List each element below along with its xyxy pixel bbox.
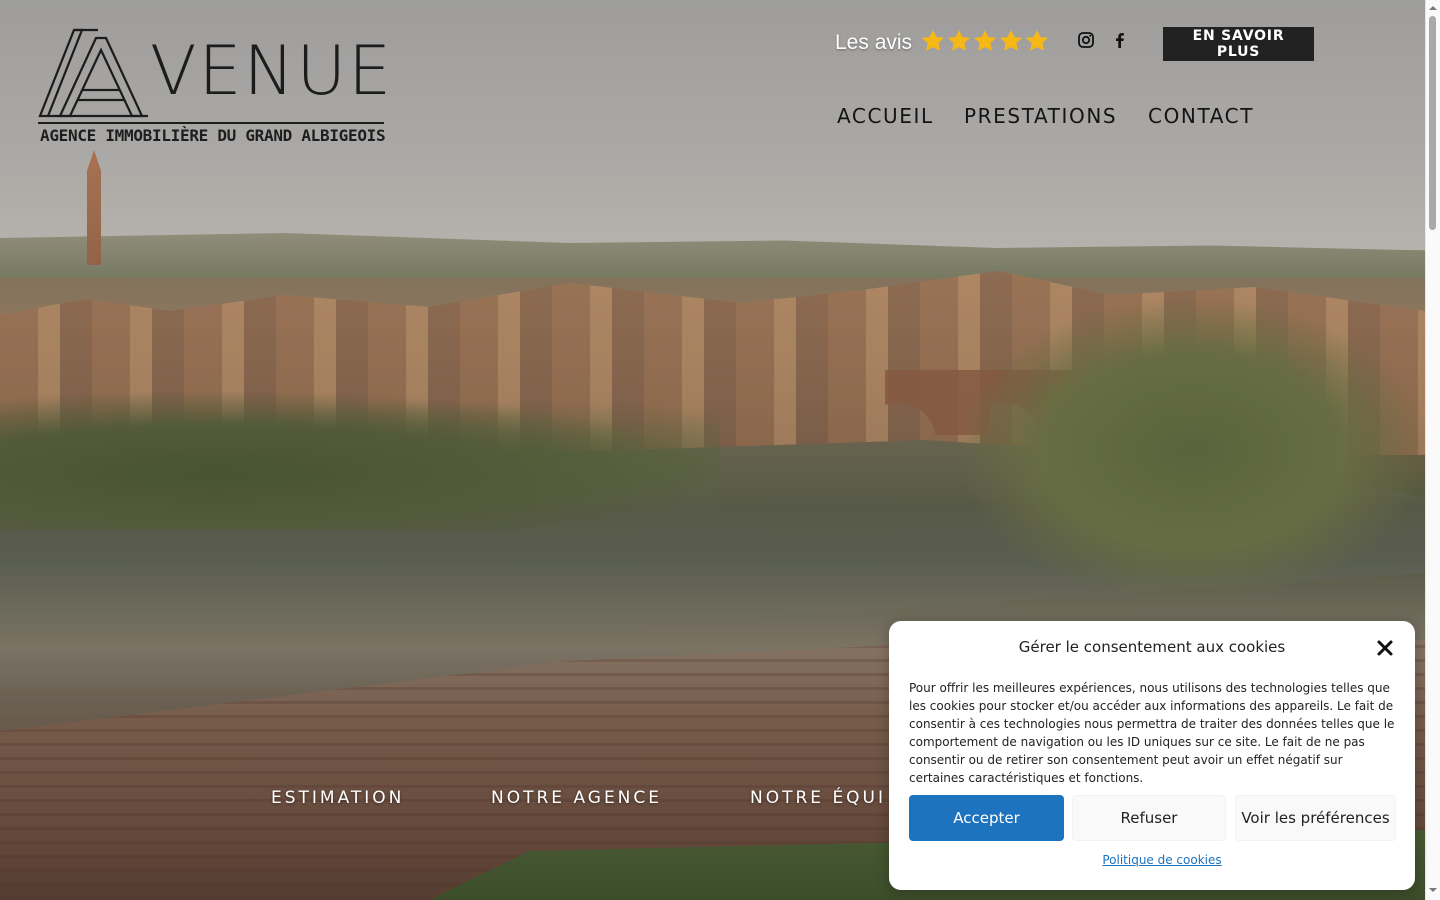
- nav-item-accueil[interactable]: ACCUEIL: [837, 104, 934, 128]
- scrollbar-thumb[interactable]: [1429, 16, 1436, 230]
- cookie-policy-link[interactable]: Politique de cookies: [909, 853, 1415, 867]
- logo-tagline: AGENCE IMMOBILIÈRE DU GRAND ALBIGEOIS: [40, 126, 386, 145]
- facebook-icon[interactable]: [1111, 31, 1129, 49]
- logo-underline: [38, 122, 384, 124]
- site-logo[interactable]: VENUE AGENCE IMMOBILIÈRE DU GRAND ALBIGE…: [38, 26, 391, 150]
- cookie-consent-dialog: Gérer le consentement aux cookies Pour o…: [889, 621, 1415, 890]
- refuse-cookies-button[interactable]: Refuser: [1072, 795, 1226, 841]
- cookie-dialog-text: Pour offrir les meilleures expériences, …: [909, 681, 1395, 785]
- reviews-widget[interactable]: Les avis: [835, 28, 1050, 58]
- scroll-down-arrow-icon[interactable]: [1429, 886, 1437, 894]
- nav-item-contact[interactable]: CONTACT: [1148, 104, 1254, 128]
- learn-more-button[interactable]: EN SAVOIR PLUS: [1163, 27, 1314, 61]
- rating-stars: [920, 28, 1050, 58]
- logo-wordmark: VENUE: [150, 32, 394, 111]
- star-icon: [973, 29, 997, 51]
- hero-link-estimation[interactable]: ESTIMATION: [271, 788, 404, 808]
- hero-link-notre-equipe[interactable]: NOTRE ÉQUI: [750, 788, 886, 808]
- nav-item-prestations[interactable]: PRESTATIONS: [964, 104, 1117, 128]
- logo-a-mark-icon: [38, 28, 148, 118]
- hero-link-notre-agence[interactable]: NOTRE AGENCE: [491, 788, 662, 808]
- star-icon: [921, 29, 945, 51]
- scroll-up-arrow-icon[interactable]: [1429, 4, 1437, 12]
- accept-cookies-button[interactable]: Accepter: [909, 795, 1064, 841]
- instagram-icon[interactable]: [1077, 31, 1095, 49]
- reviews-label: Les avis: [835, 31, 913, 54]
- cookie-dialog-title: Gérer le consentement aux cookies: [1018, 638, 1286, 656]
- star-icon: [999, 29, 1023, 51]
- star-icon: [1025, 29, 1049, 51]
- close-icon[interactable]: [1376, 639, 1394, 657]
- view-preferences-button[interactable]: Voir les préférences: [1235, 795, 1396, 841]
- star-icon: [947, 29, 971, 51]
